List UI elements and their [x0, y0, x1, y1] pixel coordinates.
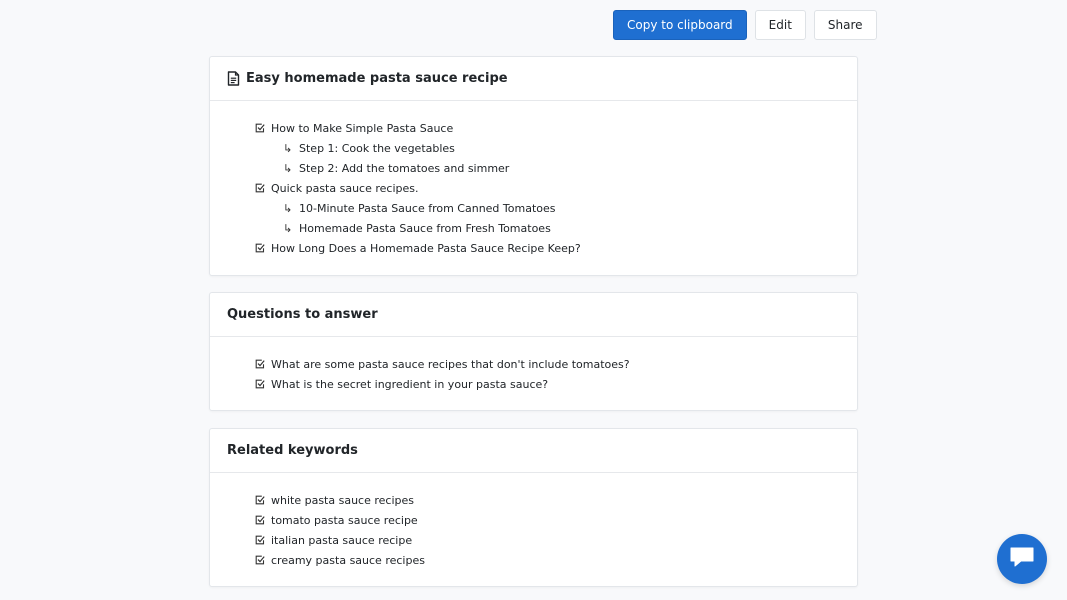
questions-title: Questions to answer	[227, 307, 378, 322]
outline-title: Easy homemade pasta sauce recipe	[246, 71, 508, 86]
document-icon	[227, 71, 240, 86]
checkbox-checked-icon	[255, 555, 265, 565]
checkbox-checked-icon	[255, 183, 265, 193]
outline-item-label: How to Make Simple Pasta Sauce	[271, 121, 454, 135]
question-label: What is the secret ingredient in your pa…	[271, 377, 549, 391]
subitem-arrow-icon: ↳	[283, 221, 293, 235]
keywords-card-header: Related keywords	[210, 429, 857, 473]
chat-button[interactable]	[997, 534, 1047, 584]
questions-card-header: Questions to answer	[210, 293, 857, 337]
keywords-list: white pasta sauce recipes tomato pasta s…	[210, 473, 857, 570]
keyword-label: italian pasta sauce recipe	[271, 533, 413, 547]
subitem-arrow-icon: ↳	[283, 141, 293, 155]
share-button[interactable]: Share	[813, 10, 877, 40]
chat-bubble-icon	[1009, 546, 1035, 572]
questions-list: What are some pasta sauce recipes that d…	[210, 337, 857, 394]
outline-subitem: ↳ Step 2: Add the tomatoes and simmer	[255, 158, 857, 178]
outline-item-label: Quick pasta sauce recipes.	[271, 181, 419, 195]
outline-subitem-label: Step 1: Cook the vegetables	[299, 141, 455, 155]
questions-card: Questions to answer What are some pasta …	[209, 292, 858, 411]
outline-subitem: ↳ 10-Minute Pasta Sauce from Canned Toma…	[255, 198, 857, 218]
subitem-arrow-icon: ↳	[283, 161, 293, 175]
outline-item: How to Make Simple Pasta Sauce	[255, 118, 857, 138]
outline-subitem-label: 10-Minute Pasta Sauce from Canned Tomato…	[299, 201, 556, 215]
outline-item-label: How Long Does a Homemade Pasta Sauce Rec…	[271, 241, 581, 255]
copy-to-clipboard-button[interactable]: Copy to clipboard	[613, 10, 747, 40]
checkbox-checked-icon	[255, 359, 265, 369]
question-label: What are some pasta sauce recipes that d…	[271, 357, 630, 371]
keyword-item: white pasta sauce recipes	[255, 490, 857, 510]
outline-item: How Long Does a Homemade Pasta Sauce Rec…	[255, 238, 857, 258]
keywords-card: Related keywords white pasta sauce recip…	[209, 428, 858, 587]
checkbox-checked-icon	[255, 495, 265, 505]
keyword-label: tomato pasta sauce recipe	[271, 513, 418, 527]
question-item: What is the secret ingredient in your pa…	[255, 374, 857, 394]
outline-subitem: ↳ Step 1: Cook the vegetables	[255, 138, 857, 158]
outline-list: How to Make Simple Pasta Sauce ↳ Step 1:…	[210, 101, 857, 258]
checkbox-checked-icon	[255, 379, 265, 389]
toolbar: Copy to clipboard Edit Share	[613, 10, 877, 40]
keywords-title: Related keywords	[227, 443, 358, 458]
checkbox-checked-icon	[255, 535, 265, 545]
outline-card: Easy homemade pasta sauce recipe How to …	[209, 56, 858, 276]
keyword-item: creamy pasta sauce recipes	[255, 550, 857, 570]
keyword-label: white pasta sauce recipes	[271, 493, 414, 507]
checkbox-checked-icon	[255, 243, 265, 253]
keyword-label: creamy pasta sauce recipes	[271, 553, 425, 567]
outline-item: Quick pasta sauce recipes.	[255, 178, 857, 198]
outline-subitem-label: Homemade Pasta Sauce from Fresh Tomatoes	[299, 221, 551, 235]
checkbox-checked-icon	[255, 515, 265, 525]
question-item: What are some pasta sauce recipes that d…	[255, 354, 857, 374]
outline-subitem: ↳ Homemade Pasta Sauce from Fresh Tomato…	[255, 218, 857, 238]
edit-button[interactable]: Edit	[754, 10, 806, 40]
outline-card-header: Easy homemade pasta sauce recipe	[210, 57, 857, 101]
keyword-item: italian pasta sauce recipe	[255, 530, 857, 550]
subitem-arrow-icon: ↳	[283, 201, 293, 215]
keyword-item: tomato pasta sauce recipe	[255, 510, 857, 530]
outline-subitem-label: Step 2: Add the tomatoes and simmer	[299, 161, 510, 175]
checkbox-checked-icon	[255, 123, 265, 133]
